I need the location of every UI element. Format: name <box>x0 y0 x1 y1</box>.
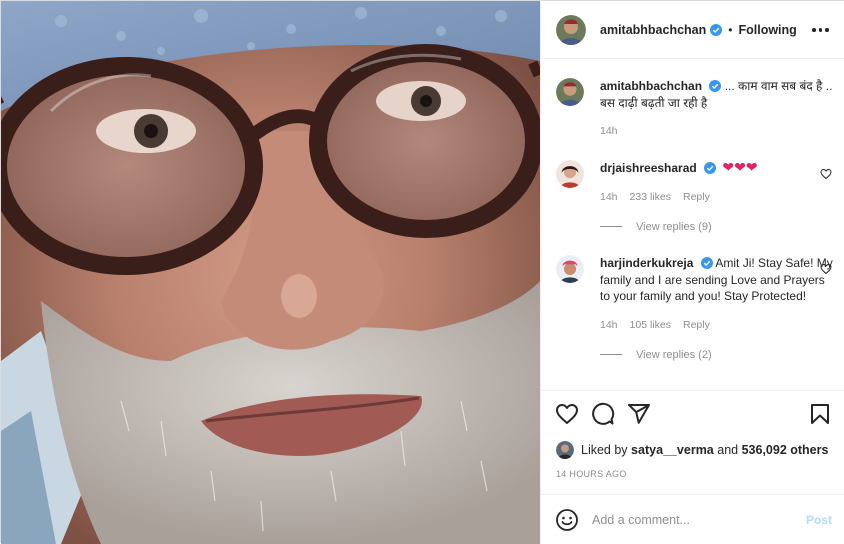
reply-button[interactable]: Reply <box>683 319 710 331</box>
verified-badge-icon <box>710 23 723 36</box>
commenter-avatar[interactable] <box>556 160 584 188</box>
caption-username[interactable]: amitabhbachchan <box>600 79 702 93</box>
replies-divider <box>600 226 622 227</box>
comment-username[interactable]: drjaishreesharad <box>600 161 697 175</box>
comments-list: amitabhbachchan ... काम वाम सब बंद है ..… <box>541 60 844 390</box>
caption-meta: 14h <box>600 125 836 137</box>
verified-badge-icon <box>700 257 713 269</box>
comment-item: drjaishreesharad ❤❤❤ 14h 233 likes Reply… <box>556 160 836 233</box>
comment-time[interactable]: 14h <box>600 191 618 203</box>
comment-text-block: drjaishreesharad ❤❤❤ <box>600 160 836 177</box>
liker-avatar[interactable] <box>556 441 574 459</box>
caption: amitabhbachchan ... काम वाम सब बंद है ..… <box>556 78 836 137</box>
likes-summary: Liked by satya__verma and 536,092 others <box>556 441 828 459</box>
author-username[interactable]: amitabhbachchan <box>600 23 706 37</box>
reply-button[interactable]: Reply <box>683 191 710 203</box>
following-button[interactable]: Following <box>738 23 796 37</box>
comment-input[interactable] <box>592 512 792 527</box>
instagram-post: amitabhbachchan • Following amitabhbachc… <box>0 0 844 544</box>
view-replies-button[interactable]: View replies (2) <box>600 349 836 361</box>
commenter-avatar[interactable] <box>556 255 584 283</box>
comment-text: ❤❤❤ <box>722 160 758 176</box>
comment-like-heart-icon[interactable] <box>820 263 832 275</box>
others-count[interactable]: 536,092 others <box>742 443 829 457</box>
add-comment-bar: Post <box>541 494 844 544</box>
caption-avatar[interactable] <box>556 78 584 106</box>
caption-time[interactable]: 14h <box>600 125 618 137</box>
liker-username[interactable]: satya__verma <box>631 443 714 457</box>
comment-likes[interactable]: 233 likes <box>630 191 671 203</box>
view-replies-label: View replies (2) <box>636 348 712 361</box>
comment-like-heart-icon[interactable] <box>820 168 832 180</box>
comment-meta: 14h 233 likes Reply <box>600 191 836 203</box>
post-photo[interactable] <box>1 1 540 544</box>
liked-and: and <box>717 443 739 457</box>
more-options-icon[interactable] <box>812 23 830 37</box>
comment-meta: 14h 105 likes Reply <box>600 319 836 331</box>
comment-icon[interactable] <box>591 402 615 426</box>
verified-badge-icon <box>704 162 717 174</box>
bookmark-icon[interactable] <box>808 402 832 426</box>
share-icon[interactable] <box>627 402 651 426</box>
view-replies-button[interactable]: View replies (9) <box>600 221 836 233</box>
liked-by-prefix: Liked by <box>581 443 628 457</box>
verified-badge-icon <box>709 80 722 92</box>
heart-icon[interactable] <box>555 402 579 426</box>
replies-divider <box>600 354 622 355</box>
emoji-icon[interactable] <box>555 508 579 532</box>
portrait-image <box>1 1 540 544</box>
comment-time[interactable]: 14h <box>600 319 618 331</box>
comment-username[interactable]: harjinderkukreja <box>600 256 693 270</box>
caption-text-block: amitabhbachchan ... काम वाम सब बंद है ..… <box>600 78 836 111</box>
post-timestamp[interactable]: 14 HOURS AGO <box>556 469 627 479</box>
post-actions: Liked by satya__verma and 536,092 others… <box>541 390 844 508</box>
author-avatar[interactable] <box>556 14 586 45</box>
comment-item: harjinderkukreja Amit Ji! Stay Safe! My … <box>556 255 836 361</box>
view-replies-label: View replies (9) <box>636 220 712 233</box>
comment-likes[interactable]: 105 likes <box>630 319 671 331</box>
post-comment-button[interactable]: Post <box>806 513 832 527</box>
separator-dot: • <box>728 22 733 37</box>
post-header: amitabhbachchan • Following <box>541 1 844 59</box>
comment-text-block: harjinderkukreja Amit Ji! Stay Safe! My … <box>600 255 836 305</box>
post-sidebar: amitabhbachchan • Following amitabhbachc… <box>540 1 844 544</box>
